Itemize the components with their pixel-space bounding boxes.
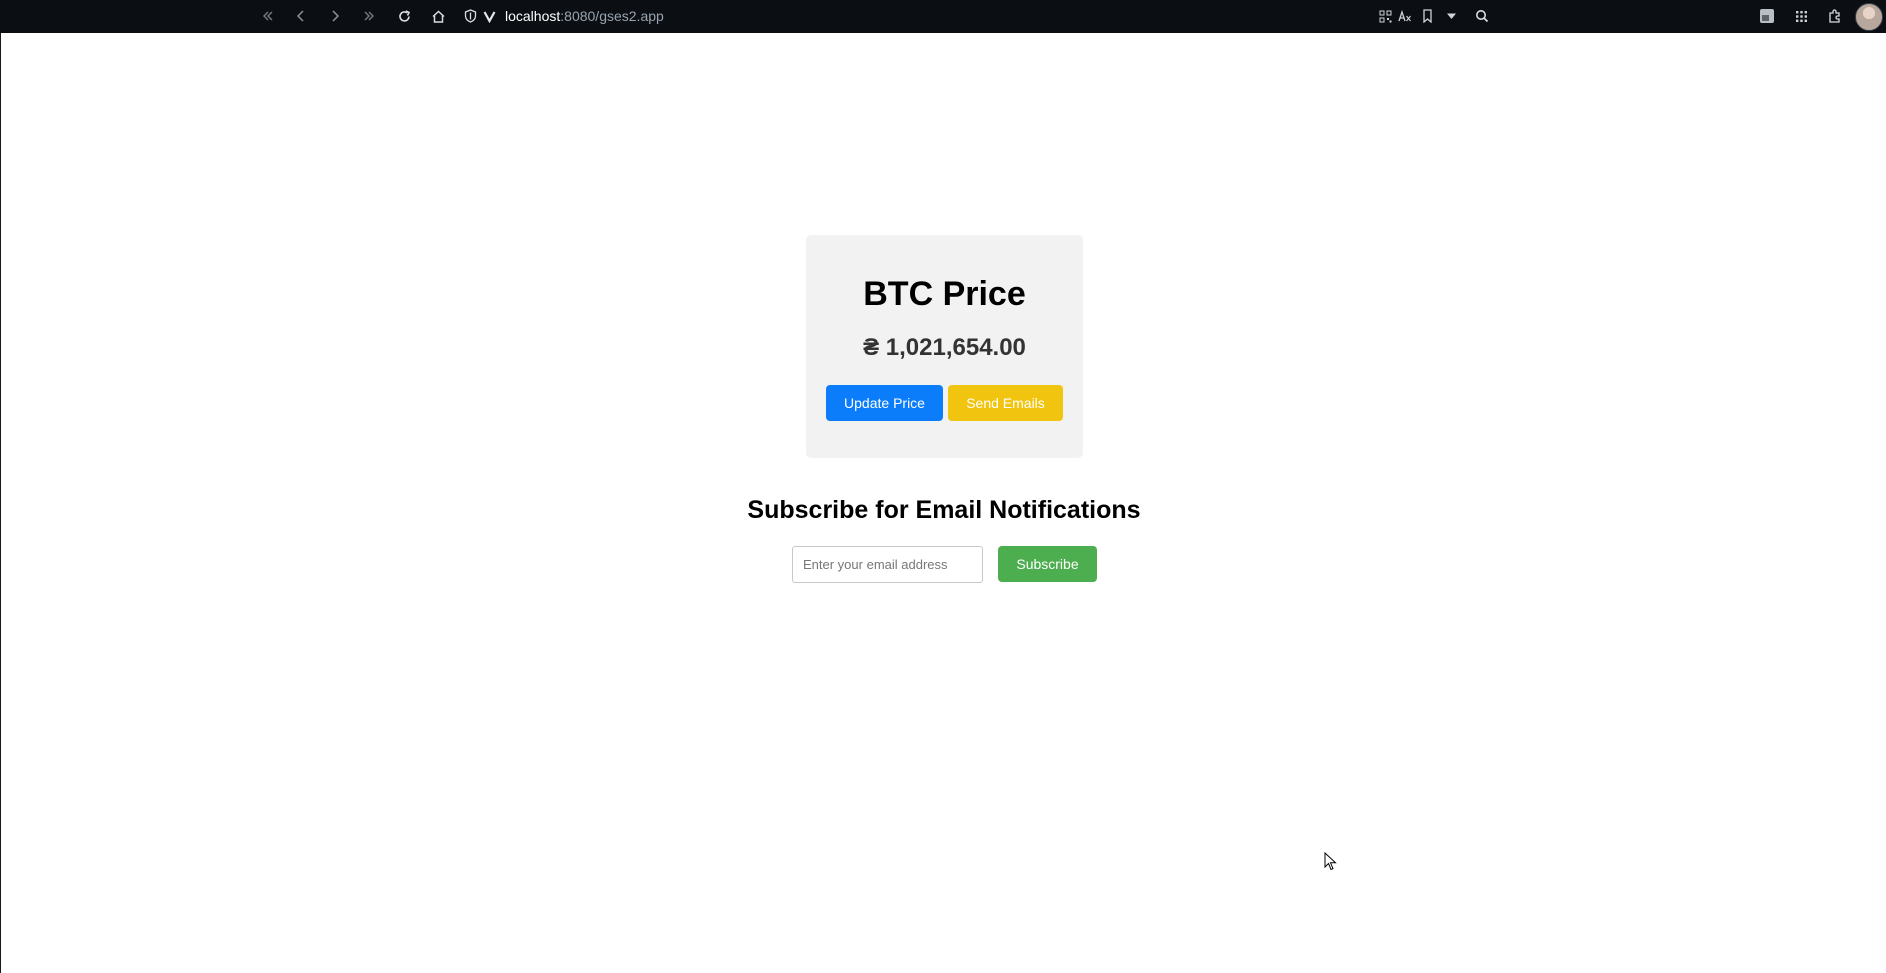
forward-icon[interactable] [324, 5, 346, 27]
mouse-cursor-icon [1324, 852, 1337, 871]
reload-icon[interactable] [393, 5, 415, 27]
send-emails-button[interactable]: Send Emails [948, 385, 1063, 421]
fast-forward-icon[interactable] [358, 5, 380, 27]
home-icon[interactable] [427, 5, 449, 27]
page-content: BTC Price ₴ 1,021,654.00 Update Price Se… [0, 33, 1886, 973]
btc-price-value: ₴ 1,021,654.00 [863, 334, 1026, 361]
subscribe-button[interactable]: Subscribe [998, 546, 1097, 582]
url-host: localhost [505, 8, 561, 24]
btc-price-card: BTC Price ₴ 1,021,654.00 Update Price Se… [806, 235, 1083, 458]
subscribe-title: Subscribe for Email Notifications [747, 496, 1141, 524]
search-icon[interactable] [1471, 5, 1493, 27]
address-bar[interactable]: localhost:8080/gses2.app [505, 8, 664, 24]
card-title: BTC Price [863, 275, 1026, 313]
qr-code-icon[interactable] [1374, 5, 1396, 27]
url-path: :8080/gses2.app [560, 8, 664, 24]
extensions-icon[interactable] [1824, 5, 1846, 27]
translate-icon[interactable] [1394, 5, 1416, 27]
dropdown-icon[interactable] [1440, 5, 1462, 27]
apps-icon[interactable] [1790, 5, 1812, 27]
back-icon[interactable] [290, 5, 312, 27]
bookmark-icon[interactable] [1416, 5, 1438, 27]
update-price-button[interactable]: Update Price [826, 385, 943, 421]
window-icon[interactable] [1756, 5, 1778, 27]
vivaldi-icon[interactable] [478, 5, 500, 27]
rewind-icon[interactable] [257, 5, 279, 27]
email-input[interactable] [792, 546, 983, 583]
avatar[interactable] [1855, 3, 1883, 31]
browser-toolbar: localhost:8080/gses2.app [0, 0, 1886, 33]
